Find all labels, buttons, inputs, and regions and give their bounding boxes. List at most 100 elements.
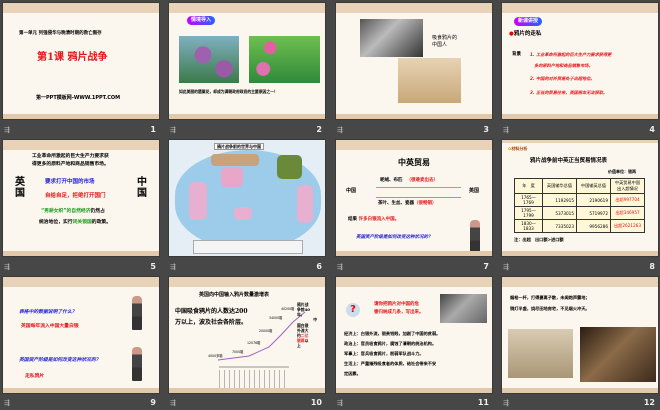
logo-text: 材料分析 xyxy=(511,146,528,151)
slide-thumbnail-12[interactable]: 烟枪一杆，打得妻离子散，未闻炮声震地； 铜灯半盏，烧尽田地房宅，不见烟火冲天。 xyxy=(501,276,659,394)
table-note: 注：出超 出口额>进口额 xyxy=(514,237,564,242)
question-mark-icon: ? xyxy=(346,303,360,317)
header-cell: 中国输英总值 xyxy=(576,178,611,194)
slide-transition-icon[interactable]: ⇶ xyxy=(337,263,343,271)
slide-label-6: ⇶ 6 xyxy=(168,260,326,274)
prompt-line-2: 害归纳成几条，写出来。 xyxy=(374,310,424,315)
historical-photo-2 xyxy=(580,327,656,382)
cell: 7335023 xyxy=(542,219,577,233)
slide-thumbnail-8[interactable]: ✿材料分析 鸦片战争前中英正当贸易情况表 价值单位：银两 年 度 英国输华总值 … xyxy=(501,139,659,257)
poem-line-2: 铜灯半盏，烧尽田地房宅，不见烟火冲天。 xyxy=(510,306,590,311)
bottom-band xyxy=(3,251,159,256)
family-photo xyxy=(398,58,461,103)
slide-label-10: ⇶ 10 xyxy=(168,396,326,410)
slide-label-9: ⇶ 9 xyxy=(2,396,160,410)
text: 茶叶、生丝、瓷器 xyxy=(378,201,414,206)
slide-label-1: ⇶ 1 xyxy=(2,123,160,137)
cell: 1765—1769 xyxy=(514,193,543,207)
text: 以 xyxy=(304,337,309,343)
bottom-band xyxy=(502,388,658,393)
slide-transition-icon[interactable]: ⇶ xyxy=(503,126,509,134)
heading: ●鸦片的走私 xyxy=(509,31,541,38)
cell: 1830—1833 xyxy=(514,219,543,233)
text: 上 xyxy=(297,343,301,348)
slide-thumbnail-1[interactable]: 第一单元 列强侵华与晚清时期的救亡图存 第1课 鸦片战争 第一PPT模板网-WW… xyxy=(2,2,160,120)
top-band xyxy=(169,3,325,13)
slide-label-7: ⇶ 7 xyxy=(335,260,493,274)
slide-transition-icon[interactable]: ⇶ xyxy=(337,126,343,134)
slide-transition-icon[interactable]: ⇶ xyxy=(170,263,176,271)
slide-thumbnail-2[interactable]: 情境导入 如此美丽的罂粟花，却成为满朝政府政衰的主要原因之一！ xyxy=(168,2,326,120)
map-title: 鸦片战争前的世界与中国 xyxy=(214,143,264,151)
text: 仍然占 xyxy=(90,209,105,214)
note: （很畅销） xyxy=(414,201,437,206)
point-2: 2. 中国的对外贸易处于出超地位。 xyxy=(530,76,595,81)
slide-thumbnail-7[interactable]: 中英贸易 呢绒、布匹 （很难卖出去） 中国 英国 茶叶、生丝、瓷器（很畅销） 结果… xyxy=(335,139,493,257)
caption: 如此美丽的罂粟花，却成为满朝政府政衰的主要原因之一！ xyxy=(179,89,278,94)
trade-table: 年 度 英国输华总值 中国输英总值 中英贸易中国出入超情况 1765—1769 1… xyxy=(514,178,645,233)
result: 许多白银流入中国。 xyxy=(358,217,400,222)
slide-thumbnail-11[interactable]: ? 请你把鸦片对中国的危 害归纳成几条，写出来。 经济上：白银外流，银贵钱贱，加… xyxy=(335,276,493,394)
economy-line: “男耕女织”的自然经济仍然占 xyxy=(41,209,105,215)
slide-label-5: ⇶ 5 xyxy=(2,260,160,274)
point-label: 12076箱 xyxy=(247,341,261,345)
question: 英国资产阶级是如何改变这种状况的？ xyxy=(356,235,433,240)
top-band xyxy=(3,277,159,287)
slide-transition-icon[interactable]: ⇶ xyxy=(170,126,176,134)
slide-thumbnail-6[interactable]: 鸦片战争前的世界与中国 xyxy=(168,139,326,257)
slide-transition-icon[interactable]: ⇶ xyxy=(4,263,10,271)
bottom-band xyxy=(336,388,492,393)
arrow-left xyxy=(376,187,461,188)
slide-thumbnail-9[interactable]: 表格中的数据说明了什么？ 英国每年流入中国大量白银 英国资产阶级是如何改变这种状… xyxy=(2,276,160,394)
top-band xyxy=(502,140,658,143)
map-australia xyxy=(234,207,252,220)
slide-thumbnail-5[interactable]: 工业革命所激起的巨大生产力要求获 得更多的原料产地和商品销售市场。 英国 中国 … xyxy=(2,139,160,257)
prompt-line-1: 请你把鸦片对中国的危 xyxy=(374,302,419,307)
teacher-figure xyxy=(132,296,142,330)
point-label: 4000多箱 xyxy=(208,354,223,358)
slide-transition-icon[interactable]: ⇶ xyxy=(503,263,509,271)
britain-demand: 要求打开中国的市场 xyxy=(45,179,95,185)
cell: 2190619 xyxy=(576,193,611,207)
slide-thumbnail-4[interactable]: 新课讲授 ●鸦片的走私 背景 1. 工业革命所激起的巨大生产力要求获得更 多的原… xyxy=(501,2,659,120)
export-goods: 呢绒、布匹 （很难卖出去） xyxy=(380,178,438,184)
map-russia xyxy=(211,154,259,166)
photo-caption: 吸食鸦片的中国人 xyxy=(432,35,458,48)
britain-label: 英国 xyxy=(469,188,480,194)
map-legend xyxy=(193,240,303,254)
slide-number: 7 xyxy=(483,262,489,271)
slide-thumbnail-3[interactable]: 吸食鸦片的中国人 xyxy=(335,2,493,120)
slide-thumbnail-10[interactable]: 英国向中国输入鸦片数量激增表 中国吸食鸦片的人数达200 万以上，波及社会各阶层… xyxy=(168,276,326,394)
natural-economy: “男耕女织”的自然经济 xyxy=(41,209,91,214)
cell: 出超346957 xyxy=(610,206,645,220)
cell: 5719972 xyxy=(576,206,611,220)
slide-label-3: ⇶ 3 xyxy=(335,123,493,137)
answer-1: 英国每年流入中国大量白银 xyxy=(21,324,79,329)
historical-photo-1 xyxy=(508,329,573,378)
heading-text: 鸦片的走私 xyxy=(513,31,542,37)
section-tag: 情境导入 xyxy=(187,16,216,25)
header-cell: 英国输华总值 xyxy=(542,178,577,194)
side-note: 鸦片战 争前40 年， 中 国白银 外流大 约二亿 银两以 上 xyxy=(297,302,317,348)
slide-transition-icon[interactable]: ⇶ xyxy=(4,126,10,134)
slide-label-12: ⇶ 12 xyxy=(501,396,659,410)
bottom-band xyxy=(169,114,325,119)
policy-line: 统治地位，实行闭关锁国的政策。 xyxy=(39,220,111,226)
bottom-band xyxy=(3,388,159,393)
closed-door: 闭关锁国 xyxy=(72,220,92,225)
slide-number: 8 xyxy=(649,262,655,271)
poppy-photo-1 xyxy=(179,36,239,83)
text: 的政策。 xyxy=(91,220,111,225)
question-1: 表格中的数据说明了什么？ xyxy=(19,310,77,315)
cell: 出超2621263 xyxy=(610,219,645,233)
bottom-band xyxy=(502,114,658,119)
unit-label: 价值单位：银两 xyxy=(608,169,636,174)
table-row: 1830—1833 7335023 9956286 出超2621263 xyxy=(514,219,645,233)
answer-2: 走私鸦片 xyxy=(25,374,45,379)
slide-number: 4 xyxy=(649,125,655,134)
header-cell: 年 度 xyxy=(514,178,543,194)
top-band xyxy=(336,277,492,287)
arrow-right xyxy=(376,197,461,198)
point-1: 1. 工业革命所激起的巨大生产力要求获得更 xyxy=(530,52,612,57)
point-label: 7000箱 xyxy=(232,350,244,354)
